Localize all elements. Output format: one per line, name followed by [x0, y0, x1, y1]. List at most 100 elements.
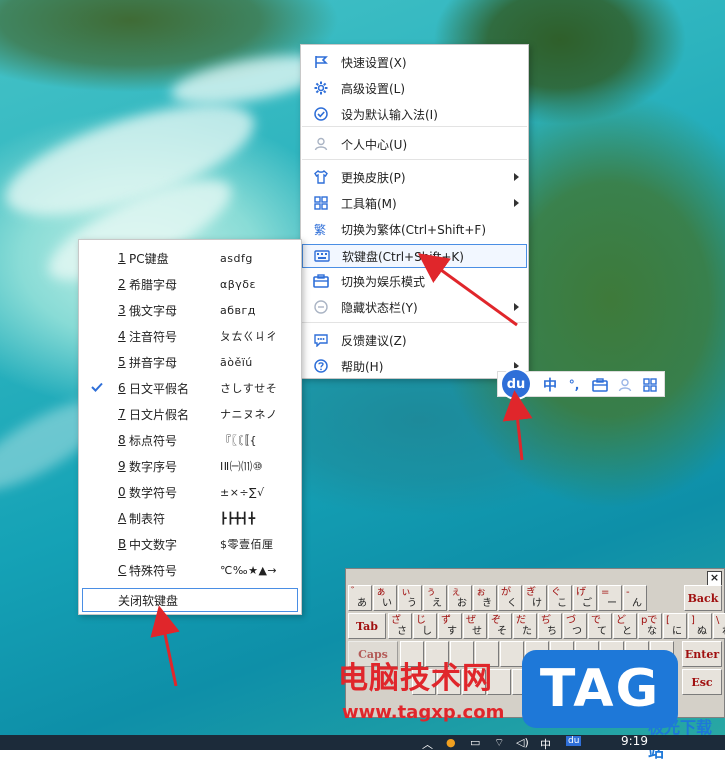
clock[interactable]: 9:19 — [621, 734, 648, 748]
taskbar-ime-logo[interactable]: du — [566, 736, 582, 746]
back-key[interactable]: Back — [684, 585, 722, 611]
soft-key[interactable]: じし — [413, 613, 437, 639]
soft-key-shift-char: = — [601, 587, 610, 598]
soft-key[interactable]: ぉき — [473, 585, 497, 611]
soft-key-shift-char: ゛ — [351, 587, 361, 598]
soft-key-char: お — [457, 598, 467, 609]
soft-key[interactable]: ぃう — [398, 585, 422, 611]
soft-key[interactable]: げご — [573, 585, 597, 611]
context-menu-item[interactable]: 软键盘(Ctrl+Shift+K) — [302, 244, 527, 268]
soft-key[interactable]: ずす — [438, 613, 462, 639]
context-menu-item[interactable]: 个人中心(U) — [302, 132, 527, 156]
context-menu-item-label: 高级设置(L) — [341, 81, 406, 96]
softkbd-layout-item[interactable]: 5 拼音字母 āòěïú — [80, 350, 300, 374]
submenu-arrow-icon — [514, 173, 519, 181]
esc-key[interactable]: Esc — [682, 669, 722, 695]
softkbd-item-shortcut: 3 — [118, 303, 126, 317]
soft-key[interactable]: -ん — [623, 585, 647, 611]
softkbd-item-name: 希腊字母 — [129, 277, 178, 292]
flag-icon — [313, 54, 329, 70]
close-soft-keyboard-item[interactable]: 关闭软键盘 — [82, 588, 298, 612]
soft-key-shift-char: じ — [416, 615, 426, 626]
soft-key[interactable]: ぜせ — [463, 613, 487, 639]
context-menu-item-label: 帮助(H) — [341, 359, 384, 374]
soft-key[interactable]: pでな — [638, 613, 662, 639]
softkbd-item-sample: ┣┣╋┫╋ — [220, 511, 256, 525]
soft-key-char: ん — [632, 598, 642, 609]
soft-key[interactable]: \ね — [713, 613, 725, 639]
softkbd-layout-item[interactable]: 2 希腊字母 αβγδε — [80, 272, 300, 296]
enter-key[interactable]: Enter — [682, 641, 722, 667]
softkbd-layout-item[interactable]: B 中文数字 $零壹佰厘 — [80, 532, 300, 556]
lang-toggle-button[interactable]: 中 — [540, 375, 560, 395]
soft-key[interactable]: ぎけ — [523, 585, 547, 611]
softkbd-layout-item[interactable]: A 制表符 ┣┣╋┫╋ — [80, 506, 300, 530]
soft-key-char: せ — [472, 626, 482, 637]
soft-key[interactable]: ざさ — [388, 613, 412, 639]
context-menu-item[interactable]: 更换皮肤(P) — [302, 165, 527, 189]
volume-icon[interactable]: ◁) — [516, 736, 529, 749]
network-icon[interactable]: ▭ — [470, 736, 480, 749]
context-menu-item[interactable]: 高级设置(L) — [302, 76, 527, 100]
softkbd-layout-item[interactable]: 3 俄文字母 абвгд — [80, 298, 300, 322]
soft-key[interactable]: [に — [663, 613, 687, 639]
soft-key[interactable]: ぞそ — [488, 613, 512, 639]
soft-key[interactable]: ぁい — [373, 585, 397, 611]
context-menu-item[interactable]: 反馈建议(Z) — [302, 328, 527, 352]
softkbd-layout-item[interactable]: C 特殊符号 ℃‰★▲→ — [80, 558, 300, 582]
soft-key-shift-char: ぇ — [451, 587, 461, 598]
softkbd-layout-item[interactable]: 6 日文平假名 さしすせそ — [80, 376, 300, 400]
context-menu-item[interactable]: 繁 切换为繁体(Ctrl+Shift+F) — [302, 217, 527, 241]
context-menu-item[interactable]: 帮助(H) — [302, 354, 527, 378]
grid-icon[interactable] — [640, 375, 660, 395]
ime-logo-button[interactable]: du — [502, 370, 530, 398]
soft-key-shift-char: ぃ — [401, 587, 411, 598]
soft-key[interactable]: ぢち — [538, 613, 562, 639]
soft-key-shift-char: [ — [666, 615, 670, 626]
soft-key[interactable]: がく — [498, 585, 522, 611]
soft-key-char: つ — [572, 626, 582, 637]
soft-key[interactable]: = ー — [598, 585, 622, 611]
soft-key[interactable]: どと — [613, 613, 637, 639]
soft-key[interactable]: ゛あ — [348, 585, 372, 611]
softkbd-layout-item[interactable]: 7 日文片假名 ナニヌネノ — [80, 402, 300, 426]
soft-key[interactable]: でて — [588, 613, 612, 639]
soft-key[interactable]: だた — [513, 613, 537, 639]
context-menu-item[interactable]: 切换为娱乐模式 — [302, 269, 527, 293]
context-menu-item[interactable]: 工具箱(M) — [302, 191, 527, 215]
soft-key[interactable]: づつ — [563, 613, 587, 639]
soft-key[interactable]: ぇお — [448, 585, 472, 611]
app-tray-icon[interactable]: ● — [446, 736, 456, 749]
soft-key[interactable]: ] ぬ — [688, 613, 712, 639]
context-menu-item[interactable]: 隐藏状态栏(Y) — [302, 295, 527, 319]
context-menu-item-label: 更换皮肤(P) — [341, 170, 406, 185]
softkbd-item-shortcut: 6 — [118, 381, 126, 395]
softkbd-item-name: 中文数字 — [129, 537, 178, 552]
softkbd-layout-item[interactable]: 0 数学符号 ±×÷∑√ — [80, 480, 300, 504]
soft-key[interactable] — [500, 641, 524, 667]
soft-key-shift-char: ど — [616, 615, 626, 626]
user-icon — [313, 136, 329, 152]
soft-key[interactable]: ぅえ — [423, 585, 447, 611]
soft-key-shift-char: - — [626, 587, 630, 598]
soft-key[interactable]: ぐこ — [548, 585, 572, 611]
toolbox-icon[interactable] — [590, 375, 610, 395]
user-icon[interactable] — [615, 375, 635, 395]
softkbd-item-shortcut: C — [118, 563, 127, 577]
tab-key[interactable]: Tab — [348, 613, 386, 639]
chat-icon — [313, 332, 329, 348]
submenu-arrow-icon — [514, 362, 519, 370]
soft-key-shift-char: ぁ — [376, 587, 386, 598]
softkbd-layout-item[interactable]: 9 数字序号 ⅠⅡ㈠⑾⑩ — [80, 454, 300, 478]
menu-separator — [302, 159, 527, 160]
softkbd-layout-item[interactable]: 4 注音符号 ㄆㄊㄍㄐㄔ — [80, 324, 300, 348]
context-menu-item-label: 切换为繁体(Ctrl+Shift+F) — [341, 222, 487, 237]
punctuation-toggle-button[interactable]: °, — [564, 375, 584, 395]
softkbd-layout-item[interactable]: 1 PC键盘 asdfg — [80, 246, 300, 270]
keyboard-close-button[interactable]: × — [707, 571, 722, 586]
context-menu-item[interactable]: 快速设置(X) — [302, 50, 527, 74]
softkbd-layout-item[interactable]: 8 标点符号 『〖〘〚{ — [80, 428, 300, 452]
context-menu-item[interactable]: 设为默认输入法(I) — [302, 102, 527, 126]
submenu-arrow-icon — [514, 303, 519, 311]
wifi-icon[interactable]: ⌔ — [494, 736, 504, 750]
